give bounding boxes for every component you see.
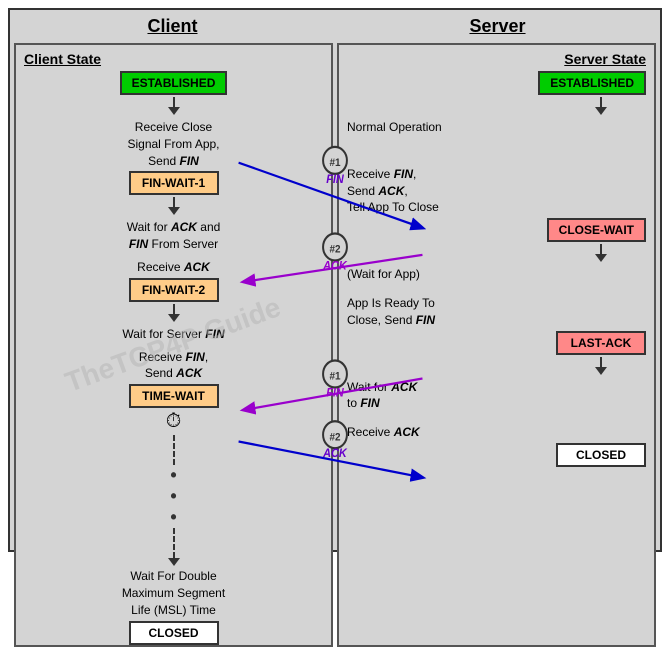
client-desc-4: Wait for Server FIN [122, 326, 224, 343]
client-finwait1-box: FIN-WAIT-1 [129, 171, 219, 195]
arrow-line-3 [173, 304, 175, 314]
client-desc-3: Receive ACK [137, 259, 210, 276]
server-desc-3: (Wait for App) [347, 266, 420, 283]
arrow-down-4 [168, 558, 180, 566]
server-layout: ESTABLISHED Normal Operation Receive FIN… [339, 71, 654, 467]
dots-1: • [170, 465, 176, 486]
server-desc-4: App Is Ready ToClose, Send FIN [347, 295, 435, 329]
client-desc-6: Wait For DoubleMaximum SegmentLife (MSL)… [122, 568, 225, 618]
client-timewait-box: TIME-WAIT [129, 384, 219, 408]
arrow-down-1 [168, 107, 180, 115]
server-lastack-box: LAST-ACK [556, 331, 646, 355]
server-arrow-line-3 [600, 357, 602, 367]
header-row: Client Server [10, 10, 660, 39]
server-panel: Server State ESTABLISHED Normal Operatio… [337, 43, 656, 647]
client-state-title: Client State [24, 51, 101, 67]
client-desc-1: Receive CloseSignal From App,Send FIN [127, 119, 219, 169]
client-desc-2: Wait for ACK andFIN From Server [127, 219, 221, 253]
arrow-down-2 [168, 207, 180, 215]
client-desc-5: Receive FIN,Send ACK [139, 349, 208, 383]
main-container: Client Server TheTCP4P Guide Client Stat… [8, 8, 662, 552]
client-established-box: ESTABLISHED [120, 71, 228, 95]
content-area: TheTCP4P Guide Client State ESTABLISHED … [10, 39, 660, 651]
server-established-box: ESTABLISHED [538, 71, 646, 95]
client-layout: ESTABLISHED Receive CloseSignal From App… [16, 71, 331, 645]
server-arrow-line-1 [600, 97, 602, 107]
server-desc-1: Normal Operation [347, 119, 442, 136]
arrow-down-3 [168, 314, 180, 322]
client-panel: Client State ESTABLISHED Receive CloseSi… [14, 43, 333, 647]
server-desc-2: Receive FIN,Send ACK,Tell App To Close [347, 166, 439, 216]
server-closed-box: CLOSED [556, 443, 646, 467]
server-desc-6: Receive ACK [347, 424, 420, 441]
server-arrow-line-2 [600, 244, 602, 254]
client-header-title: Client [10, 16, 335, 37]
server-arrow-down-3 [595, 367, 607, 375]
arrow-line-2 [173, 197, 175, 207]
server-closewait-box: CLOSE-WAIT [547, 218, 646, 242]
server-state-title: Server State [564, 51, 646, 67]
dashed-2 [173, 528, 175, 558]
dashed-1 [173, 435, 175, 465]
server-arrow-down-2 [595, 254, 607, 262]
arrow-line-1 [173, 97, 175, 107]
server-arrow-down-1 [595, 107, 607, 115]
server-desc-5: Wait for ACKto FIN [347, 379, 417, 413]
clock-icon: ⏱ [166, 410, 182, 433]
dots-2: • [170, 486, 176, 507]
client-closed-box: CLOSED [129, 621, 219, 645]
client-finwait2-box: FIN-WAIT-2 [129, 278, 219, 302]
dots-3: • [170, 507, 176, 528]
server-header-title: Server [335, 16, 660, 37]
